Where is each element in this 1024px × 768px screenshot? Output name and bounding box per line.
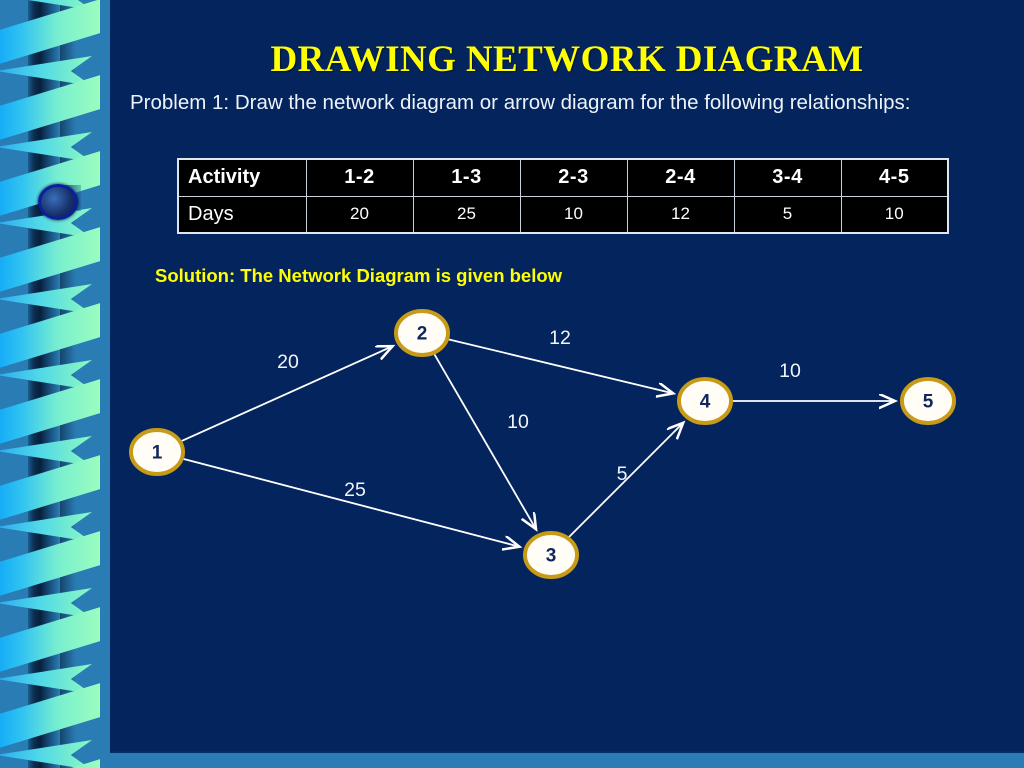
table-cell-activity-4: 3-4 (733, 158, 842, 197)
edge-weight-2-3: 10 (507, 411, 529, 433)
problem-statement: Problem 1: Draw the network diagram or a… (130, 91, 911, 114)
table-cell-activity-0: 1-2 (305, 158, 414, 197)
table-cell-days-5: 10 (840, 195, 949, 234)
ribbon-divider (100, 0, 110, 768)
table-cell-days-0: 20 (305, 195, 414, 234)
table-cell-activity-3: 2-4 (626, 158, 735, 197)
diagram-node-label-2: 2 (417, 324, 428, 345)
edge-weight-2-4: 12 (549, 327, 571, 349)
table-cell-activity-2: 2-3 (519, 158, 628, 197)
diagram-edge-2-3 (433, 353, 536, 530)
circle-bullet-icon (38, 184, 78, 220)
activity-days-table: Activity 1-2 1-3 2-3 2-4 3-4 4-5 Days 20… (177, 158, 949, 234)
table-row-days: Days 20 25 10 12 5 10 (177, 195, 949, 234)
diagram-node-label-5: 5 (923, 392, 934, 413)
table-cell-days-1: 25 (412, 195, 521, 234)
network-diagram: 20 25 10 12 5 10 12345 (110, 290, 1024, 620)
diagram-node-label-4: 4 (700, 392, 711, 413)
table-cell-activity-1: 1-3 (412, 158, 521, 197)
diagram-nodes: 1234 5 (129, 309, 956, 579)
table-row-header-days: Days (177, 195, 307, 234)
network-diagram-svg: 20251012510 1234 5 (129, 309, 956, 579)
edge-weight-1-3: 25 (344, 479, 366, 501)
table-row-activity: Activity 1-2 1-3 2-3 2-4 3-4 4-5 (177, 158, 949, 197)
edge-weight-3-4: 5 (617, 463, 628, 485)
decorative-ribbon-sidebar (0, 0, 110, 768)
table-cell-days-4: 5 (733, 195, 842, 234)
slide-canvas: DRAWING NETWORK DIAGRAM Problem 1: Draw … (0, 0, 1024, 768)
solution-caption: Solution: The Network Diagram is given b… (155, 265, 563, 286)
edge-weight-1-2: 20 (277, 351, 299, 373)
table-cell-days-3: 12 (626, 195, 735, 234)
table-cell-days-2: 10 (519, 195, 628, 234)
edge-weight-4-5: 10 (779, 360, 801, 382)
table-cell-activity-5: 4-5 (840, 158, 949, 197)
page-title: DRAWING NETWORK DIAGRAM (270, 39, 864, 80)
diagram-node-label-3: 3 (546, 546, 557, 567)
diagram-node-label-1: 1 (152, 443, 163, 464)
table-row-header-activity: Activity (177, 158, 307, 197)
diagram-edge-1-3 (182, 457, 520, 547)
